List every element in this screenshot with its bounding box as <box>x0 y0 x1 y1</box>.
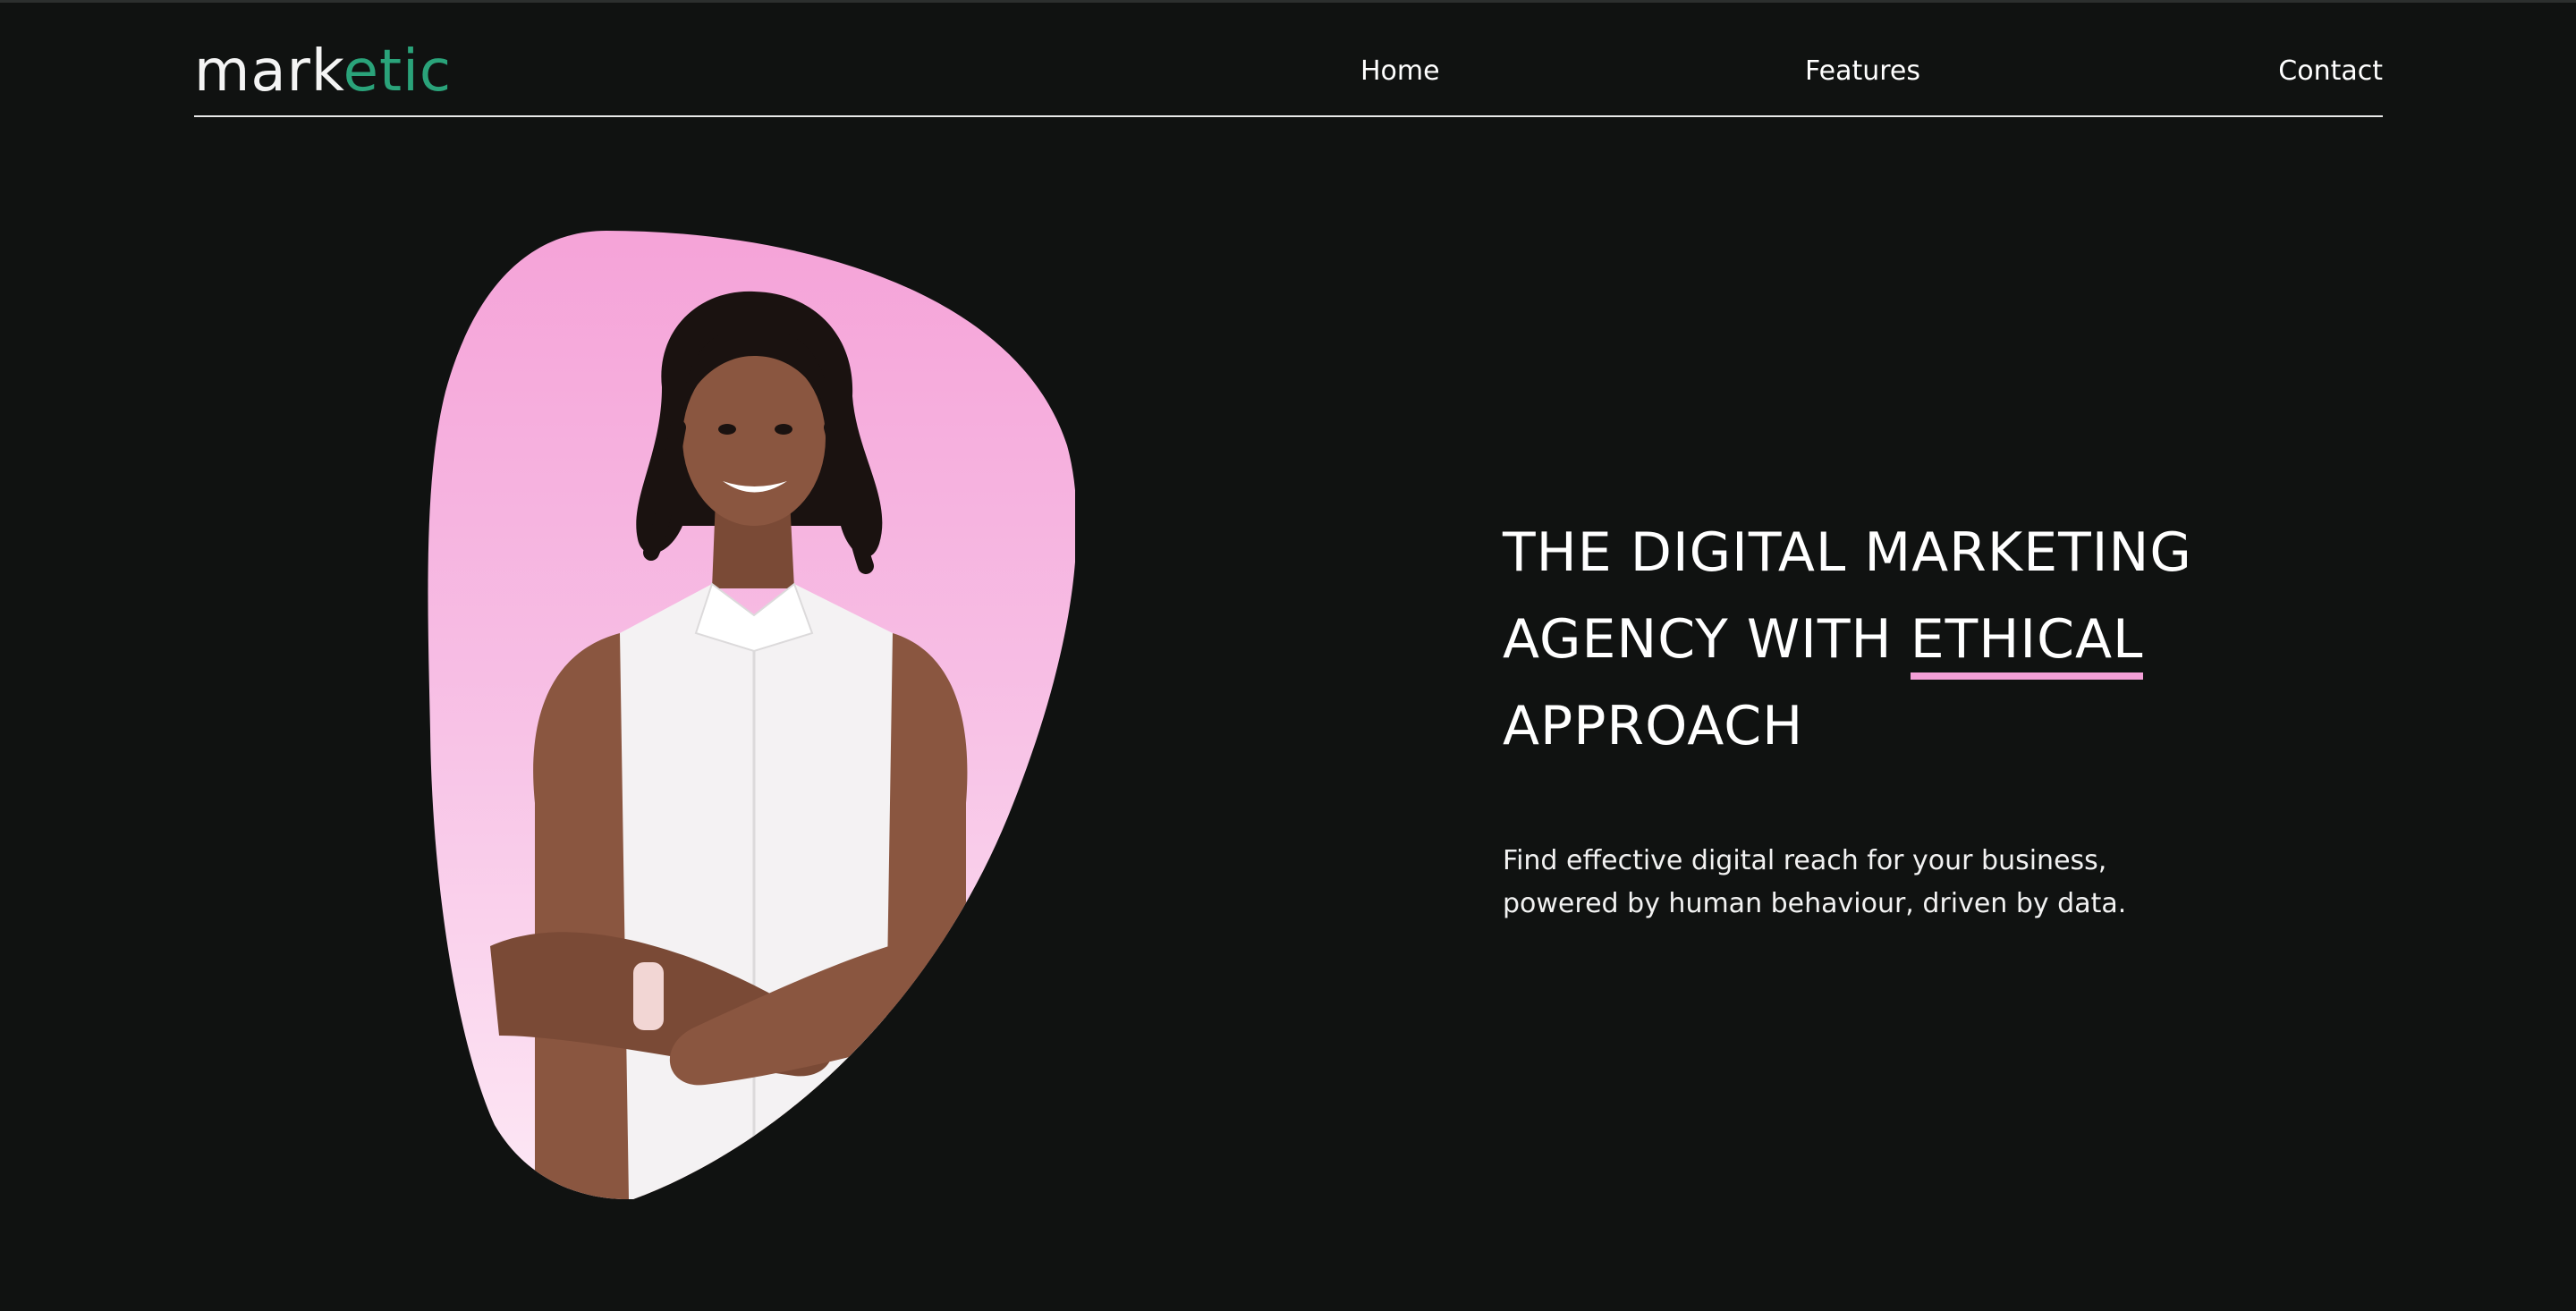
headline-accent-word: ETHICAL <box>1910 608 2144 680</box>
logo[interactable]: marketic <box>194 39 452 104</box>
header-divider <box>194 115 2383 117</box>
subtext-line-2: powered by human behaviour, driven by da… <box>1503 888 2127 919</box>
headline-line-2-prefix: AGENCY WITH <box>1503 608 1911 671</box>
logo-text-part2: etic <box>343 38 453 105</box>
site-header: marketic Home Features Contact <box>194 36 2383 116</box>
landing-page: marketic Home Features Contact THE DIGIT… <box>0 0 2576 1311</box>
hero-subtext: Find effective digital reach for your bu… <box>1503 840 2182 926</box>
window-top-edge <box>0 0 2576 3</box>
hero-headline: THE DIGITAL MARKETING AGENCY WITH ETHICA… <box>1503 510 2397 770</box>
woman-portrait-illustration <box>428 231 1075 1199</box>
headline-line-1: THE DIGITAL MARKETING <box>1503 521 2192 584</box>
nav-home-link[interactable]: Home <box>1360 54 1440 89</box>
hero-image <box>428 231 1075 1199</box>
hero-text-block: THE DIGITAL MARKETING AGENCY WITH ETHICA… <box>1503 510 2397 926</box>
subtext-line-1: Find effective digital reach for your bu… <box>1503 845 2107 876</box>
nav-contact-link[interactable]: Contact <box>2278 54 2383 89</box>
logo-text-part1: mark <box>194 38 343 105</box>
nav-features-link[interactable]: Features <box>1805 54 1920 89</box>
headline-line-3: APPROACH <box>1503 695 1804 757</box>
